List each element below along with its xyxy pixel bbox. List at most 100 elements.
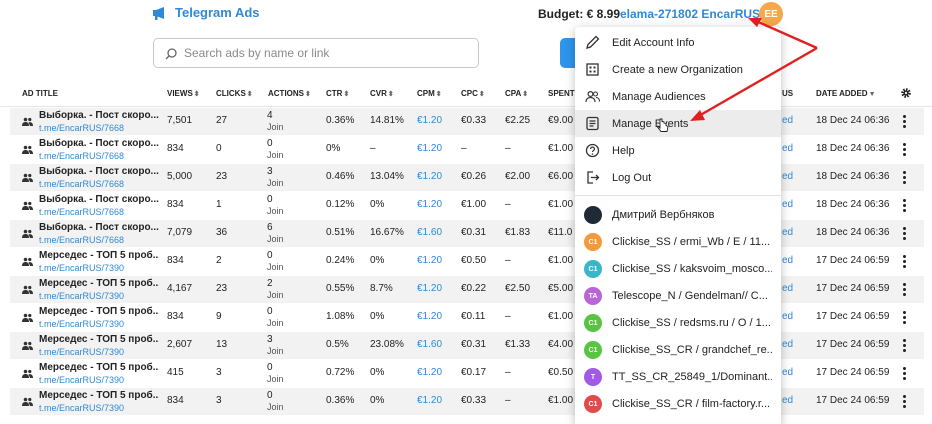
ad-link[interactable]: t.me/EncarRUS/7668 [39,235,124,245]
table-row[interactable]: Выборка. - Пост скоро... t.me/EncarRUS/76… [10,164,924,191]
organization-item[interactable]: Дмитрий Вербняков [575,201,781,228]
column-status[interactable]: US [782,89,793,98]
more-options-icon[interactable] [903,367,907,380]
cell-date: 17 Dec 24 06:59 [816,283,890,294]
organization-item[interactable]: C1 Clickise_SS / ermi_Wb / E / 11... [575,228,781,255]
cell-cpa: €1.83 [505,227,531,238]
more-options-icon[interactable] [903,199,907,212]
ad-link[interactable]: t.me/EncarRUS/7390 [39,347,124,357]
ad-link[interactable]: t.me/EncarRUS/7390 [39,403,124,413]
more-options-icon[interactable] [903,339,907,352]
column-cpc[interactable]: CPC⬍ [461,89,485,98]
brand[interactable]: Telegram Ads [152,5,260,20]
ad-title[interactable]: Выборка. - Пост скоро... [39,222,159,233]
ad-link[interactable]: t.me/EncarRUS/7390 [39,263,124,273]
ad-link[interactable]: t.me/EncarRUS/7668 [39,151,124,161]
table-row[interactable]: Выборка. - Пост скоро... t.me/EncarRUS/76… [10,220,924,247]
more-options-icon[interactable] [903,115,907,128]
cell-status: ed [782,283,794,294]
table-row[interactable]: Выборка. - Пост скоро... t.me/EncarRUS/76… [10,108,924,135]
account-menu: Edit Account Info Create a new Organizat… [575,27,781,424]
more-options-icon[interactable] [903,283,907,296]
organization-item[interactable]: T TT_SS_CR_25849_1/Dominant... [575,363,781,390]
table-row[interactable]: Мерседес - ТОП 5 проб... t.me/EncarRUS/73… [10,276,924,303]
cell-spent: €1.00 [548,255,574,266]
more-options-icon[interactable] [903,311,907,324]
cell-cvr: 0% [370,199,385,210]
organization-item[interactable]: TA Telescope_N / Gendelman// C... [575,282,781,309]
action-type: Join [267,178,284,188]
ad-link[interactable]: t.me/EncarRUS/7668 [39,207,124,217]
table-row[interactable]: Выборка. - Пост скоро... t.me/EncarRUS/76… [10,136,924,163]
search-input[interactable] [184,44,464,62]
table-row[interactable]: Мерседес - ТОП 5 проб... t.me/EncarRUS/73… [10,332,924,359]
cell-cpa: – [505,255,511,266]
organization-item[interactable]: C1 Clickise_SS / kaksvoim_mosco... [575,255,781,282]
more-options-icon[interactable] [903,255,907,268]
ad-link[interactable]: t.me/EncarRUS/7390 [39,375,124,385]
cell-status: ed [782,143,794,154]
column-cpm[interactable]: CPM⬍ [417,89,442,98]
cell-cvr: 13.04% [370,171,404,182]
sort-icon: ⬍ [478,91,485,98]
account-switcher[interactable]: elama-271802 EncarRUS [620,7,774,21]
table-row[interactable]: Мерседес - ТОП 5 проб... t.me/EncarRUS/73… [10,360,924,387]
ad-title[interactable]: Мерседес - ТОП 5 проб... [39,362,159,373]
table-row[interactable]: Мерседес - ТОП 5 проб... t.me/EncarRUS/73… [10,304,924,331]
ad-title[interactable]: Мерседес - ТОП 5 проб... [39,250,159,261]
column-views[interactable]: VIEWS⬍ [167,89,200,98]
column-cvr[interactable]: CVR⬍ [370,89,394,98]
menu-item-label: Edit Account Info [612,37,695,49]
more-options-icon[interactable] [903,395,907,408]
ad-title[interactable]: Выборка. - Пост скоро... [39,194,159,205]
org-avatar: C1 [584,260,602,278]
ad-title[interactable]: Выборка. - Пост скоро... [39,166,159,177]
organization-item[interactable]: C1 Clickise_SS_CR / grandchef_re... [575,336,781,363]
users-icon [585,90,600,103]
table-row[interactable]: Мерседес - ТОП 5 проб... t.me/EncarRUS/73… [10,388,924,415]
action-type: Join [267,346,284,356]
cell-spent: €1.00 [548,199,574,210]
ad-title[interactable]: Мерседес - ТОП 5 проб... [39,390,159,401]
column-clicks[interactable]: CLICKS⬍ [216,89,253,98]
ad-title[interactable]: Мерседес - ТОП 5 проб... [39,334,159,345]
cell-date: 18 Dec 24 06:36 [816,115,890,126]
ad-link[interactable]: t.me/EncarRUS/7390 [39,319,124,329]
cell-cpc: €1.00 [461,199,487,210]
column-cpa[interactable]: CPA⬍ [505,89,528,98]
cell-date: 17 Dec 24 06:59 [816,339,890,350]
sort-desc-icon: ▼ [868,91,876,98]
ad-title[interactable]: Мерседес - ТОП 5 проб... [39,306,159,317]
more-options-icon[interactable] [903,227,907,240]
ad-title[interactable]: Выборка. - Пост скоро... [39,110,159,121]
gear-icon[interactable] [900,87,912,99]
ad-title[interactable]: Выборка. - Пост скоро... [39,138,159,149]
avatar[interactable]: EE [759,2,783,26]
column-actions[interactable]: ACTIONS⬍ [268,89,311,98]
ad-title[interactable]: Мерседес - ТОП 5 проб... [39,278,159,289]
column-spent[interactable]: SPENT [548,89,575,98]
column-ad-title[interactable]: AD TITLE [22,89,58,98]
column-ctr[interactable]: CTR⬍ [326,89,349,98]
ad-link[interactable]: t.me/EncarRUS/7668 [39,179,124,189]
table-row[interactable]: Выборка. - Пост скоро... t.me/EncarRUS/76… [10,192,924,219]
more-options-icon[interactable] [903,171,907,184]
cell-cvr: 23.08% [370,339,404,350]
menu-item-log-out[interactable]: Log Out [575,164,781,191]
ad-link[interactable]: t.me/EncarRUS/7668 [39,123,124,133]
cell-cvr: 0% [370,311,385,322]
menu-item-manage-events[interactable]: Manage Events [575,110,781,137]
menu-item-edit-account[interactable]: Edit Account Info [575,29,781,56]
table-row[interactable]: Мерседес - ТОП 5 проб... t.me/EncarRUS/73… [10,248,924,275]
organization-item[interactable]: C1 Clickise_SS_CR / film-factory.r... [575,390,781,417]
menu-item-help[interactable]: Help [575,137,781,164]
menu-item-create-organization[interactable]: Create a new Organization [575,56,781,83]
ad-link[interactable]: t.me/EncarRUS/7390 [39,291,124,301]
actions-count: 0 [267,362,273,373]
cell-status: ed [782,255,794,266]
column-date-added[interactable]: DATE ADDED▼ [816,89,876,98]
organization-item[interactable]: C1 Clickise_SS / redsms.ru / O / 1... [575,309,781,336]
more-options-icon[interactable] [903,143,907,156]
menu-item-manage-audiences[interactable]: Manage Audiences [575,83,781,110]
cell-cpa: €2.50 [505,283,531,294]
